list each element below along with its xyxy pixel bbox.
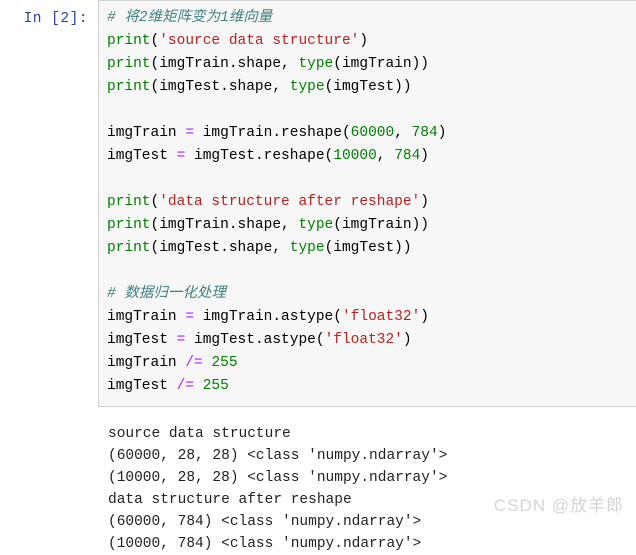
code-token: 255	[211, 355, 238, 371]
code-token: # 数据归一化处理	[107, 286, 226, 302]
code-token: type	[289, 240, 325, 256]
code-line: # 数据归一化处理	[107, 283, 636, 306]
code-token: 'float32'	[324, 332, 403, 348]
output-line: (60000, 28, 28) <class 'numpy.ndarray'>	[108, 448, 448, 464]
code-token: (	[150, 194, 160, 210]
code-token: imgTrain.reshape(	[194, 125, 351, 141]
code-line	[107, 260, 636, 283]
code-token: ,	[376, 148, 395, 164]
code-token: (imgTest))	[324, 240, 412, 256]
code-token: imgTrain	[107, 309, 186, 325]
code-line: print('source data structure')	[107, 30, 636, 53]
code-token: 784	[411, 125, 438, 141]
code-token: 10000	[333, 148, 377, 164]
code-token: imgTest.reshape(	[185, 148, 334, 164]
code-token: /=	[185, 355, 203, 371]
code-token: =	[185, 125, 195, 141]
code-line: imgTrain /= 255	[107, 352, 636, 375]
code-token: # 将2维矩阵变为1维向量	[107, 10, 273, 26]
csdn-watermark: CSDN @放羊郎	[493, 496, 624, 515]
code-token: =	[185, 309, 195, 325]
code-line: print(imgTest.shape, type(imgTest))	[107, 237, 636, 260]
code-token: imgTest	[107, 148, 177, 164]
code-token: imgTrain	[107, 355, 186, 371]
code-token: (imgTrain.shape,	[150, 56, 299, 72]
code-token: imgTrain.astype(	[194, 309, 342, 325]
code-token: type	[298, 217, 334, 233]
code-line: imgTest = imgTest.reshape(10000, 784)	[107, 145, 636, 168]
code-line: # 将2维矩阵变为1维向量	[107, 7, 636, 30]
code-line: print('data structure after reshape')	[107, 191, 636, 214]
code-token: ,	[394, 125, 412, 141]
code-editor[interactable]: # 将2维矩阵变为1维向量 print('source data structur…	[98, 0, 636, 407]
code-token: )	[420, 148, 429, 164]
code-token: imgTest	[107, 378, 177, 394]
output-line: (10000, 784) <class 'numpy.ndarray'>	[108, 536, 422, 552]
code-token: print	[107, 194, 151, 210]
code-token: 'float32'	[341, 309, 421, 325]
code-token: print	[107, 79, 151, 95]
code-line: print(imgTrain.shape, type(imgTrain))	[107, 53, 636, 76]
output-row: source data structure (60000, 28, 28) <cl…	[0, 407, 636, 555]
output-stream: source data structure (60000, 28, 28) <cl…	[98, 407, 636, 555]
code-token: 'data structure after reshape'	[159, 194, 421, 210]
code-token: imgTest.astype(	[185, 332, 325, 348]
input-prompt-label: In [2]:	[23, 11, 88, 27]
code-token: (imgTrain.shape,	[150, 217, 299, 233]
code-token: (	[150, 33, 160, 49]
code-line	[107, 168, 636, 191]
code-token: )	[420, 194, 429, 210]
code-token: (imgTest.shape,	[150, 79, 290, 95]
code-token: 'source data structure'	[159, 33, 360, 49]
code-token: print	[107, 217, 151, 233]
code-token: type	[298, 56, 334, 72]
notebook-cell-container: In [2]: # 将2维矩阵变为1维向量 print('source data …	[0, 0, 636, 552]
code-token: imgTrain	[107, 125, 186, 141]
code-token: /=	[176, 378, 195, 394]
output-line: (10000, 28, 28) <class 'numpy.ndarray'>	[108, 470, 448, 486]
code-token: print	[107, 56, 151, 72]
code-token: )	[402, 332, 412, 348]
input-cell-row: In [2]: # 将2维矩阵变为1维向量 print('source data …	[0, 0, 636, 407]
code-token: type	[289, 79, 325, 95]
code-token: print	[107, 33, 151, 49]
code-token: (imgTrain))	[333, 56, 429, 72]
code-token: )	[359, 33, 369, 49]
code-line: imgTest = imgTest.astype('float32')	[107, 329, 636, 352]
code-line: print(imgTest.shape, type(imgTest))	[107, 76, 636, 99]
code-token: )	[437, 125, 447, 141]
code-line: imgTrain = imgTrain.astype('float32')	[107, 306, 636, 329]
code-token: (imgTest.shape,	[150, 240, 290, 256]
code-line: imgTest /= 255	[107, 375, 636, 398]
code-token: (imgTrain))	[333, 217, 429, 233]
code-line	[107, 99, 636, 122]
code-token: print	[107, 240, 151, 256]
code-token: 60000	[350, 125, 395, 141]
code-line: imgTrain = imgTrain.reshape(60000, 784)	[107, 122, 636, 145]
code-token: 784	[394, 148, 421, 164]
code-token: (imgTest))	[324, 79, 412, 95]
code-line: print(imgTrain.shape, type(imgTrain))	[107, 214, 636, 237]
code-token: imgTest	[107, 332, 177, 348]
code-token: 255	[202, 378, 229, 394]
output-line: source data structure	[108, 426, 291, 442]
code-token: )	[420, 309, 429, 325]
